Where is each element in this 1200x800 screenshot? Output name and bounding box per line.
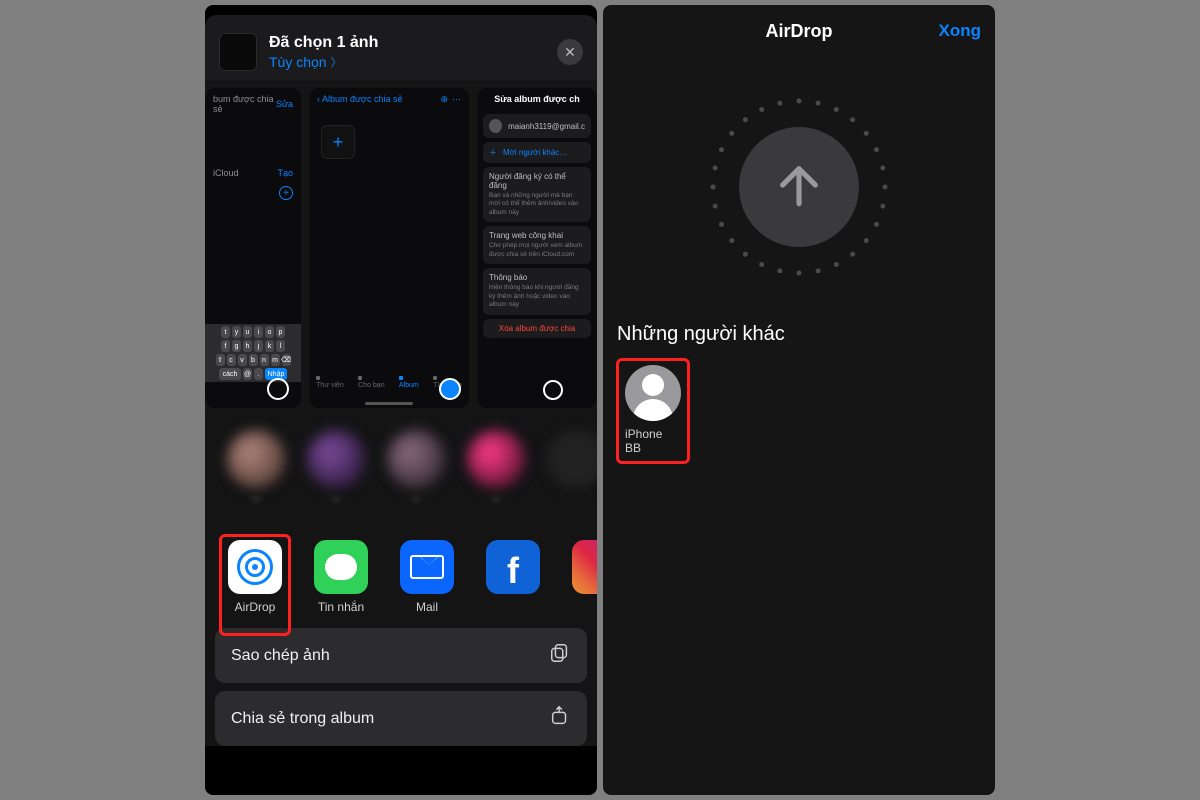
thumb1-header: bum được chia sẻ [213,94,276,114]
contact-avatar[interactable] [307,430,365,488]
share-sheet-screen: Đã chọn 1 ảnh Tùy chọn 〉 ✕ bum được chia… [205,5,597,795]
action-share-in-album[interactable]: Chia sẻ trong album [215,691,587,746]
app-airdrop[interactable]: AirDrop [225,540,285,614]
thumb3-opt1: Người đăng ký có thể đăng [489,172,585,190]
app-messages-label: Tin nhắn [318,600,364,614]
thumb3-delete: Xóa album được chia [483,319,591,338]
recent-thumbnail-2-selected[interactable]: ‹ Album được chia sẻ ⊕ ⋯ + Thư viện Cho b… [309,88,469,408]
chevron-right-icon: 〉 [331,54,342,70]
contact-avatar[interactable] [227,430,285,488]
selected-photo-thumbnail[interactable] [219,33,257,71]
highlight-box: iPhone BB [616,358,690,464]
others-section-title: Những người khác [603,317,995,354]
person-icon [625,365,681,421]
selection-ring-icon [267,378,289,400]
recent-items-strip[interactable]: bum được chia sẻ Sửa iCloud Tạo + tyuiop… [205,82,597,412]
share-sheet-header: Đã chọn 1 ảnh Tùy chọn 〉 ✕ [205,15,597,82]
airdrop-send-indicator [603,57,995,317]
thumb3-opt3: Thông báo [489,273,585,282]
arrow-up-icon [771,157,827,218]
airdrop-target-name: iPhone BB [625,427,681,455]
close-icon: ✕ [564,44,576,61]
thumb3-email: maianh3119@gmail.c [508,122,585,131]
airdrop-header: AirDrop Xong [603,5,995,57]
app-mail-label: Mail [416,600,438,614]
mail-icon [400,540,454,594]
app-instagram[interactable] [569,540,597,600]
copy-icon [549,642,571,669]
thumb1-icloud: iCloud [213,168,239,178]
airdrop-screen: AirDrop Xong Những người khác iPhone BB [603,5,995,795]
thumb2-tabbar: Thư viện Cho bạn Album Tìm kiếm [309,366,469,398]
person-icon [489,119,502,133]
thumb2-add-tile: + [321,125,355,159]
more-icon: ⋯ [452,94,461,105]
facebook-icon: f [486,540,540,594]
app-messages[interactable]: Tin nhắn [311,540,371,614]
plus-icon: ＋ [489,147,497,158]
action-copy-label: Sao chép ảnh [231,647,330,665]
cloud-share-icon [549,705,571,732]
share-options-label: Tùy chọn [269,54,327,70]
share-contacts-row[interactable]: — — — — [205,412,597,532]
selection-ring-icon [543,380,563,400]
selected-count-label: Đã chọn 1 ảnh [269,34,557,52]
upload-circle [739,127,859,247]
header-text: Đã chọn 1 ảnh Tùy chọn 〉 [269,34,557,70]
airdrop-icon [228,540,282,594]
thumb3-invite: Mời người khác… [503,148,567,157]
thumb3-title: Sửa album được ch [477,88,597,110]
thumb2-back: ‹ Album được chia sẻ [317,94,402,105]
recent-thumbnail-1[interactable]: bum được chia sẻ Sửa iCloud Tạo + tyuiop… [205,88,301,408]
contact-avatar[interactable] [387,430,445,488]
done-button[interactable]: Xong [939,21,982,41]
thumb1-keyboard: tyuiop fghjkl ⇧cvbnm⌫ cách @ . Nhập [205,324,301,382]
thumb3-opt2: Trang web công khai [489,231,585,240]
share-actions-list: Sao chép ảnh Chia sẻ trong album [205,622,597,746]
app-mail[interactable]: Mail [397,540,457,614]
share-options-button[interactable]: Tùy chọn 〉 [269,54,557,70]
airdrop-target[interactable]: iPhone BB [615,354,691,468]
action-copy-photo[interactable]: Sao chép ảnh [215,628,587,683]
thumb1-create: Tạo [277,168,293,178]
share-apps-row: AirDrop Tin nhắn Mail f [205,532,597,622]
airdrop-title: AirDrop [766,21,833,42]
contact-avatar[interactable] [467,430,525,488]
close-button[interactable]: ✕ [557,39,583,65]
recent-thumbnail-3[interactable]: Sửa album được ch maianh3119@gmail.c ＋ M… [477,88,597,408]
app-facebook[interactable]: f [483,540,543,600]
contact-avatar[interactable] [547,430,597,488]
app-airdrop-label: AirDrop [235,600,276,614]
thumb1-edit: Sửa [276,99,293,109]
instagram-icon [572,540,597,594]
messages-icon [314,540,368,594]
person-add-icon: ⊕ [440,94,448,105]
action-sharealbum-label: Chia sẻ trong album [231,710,374,728]
